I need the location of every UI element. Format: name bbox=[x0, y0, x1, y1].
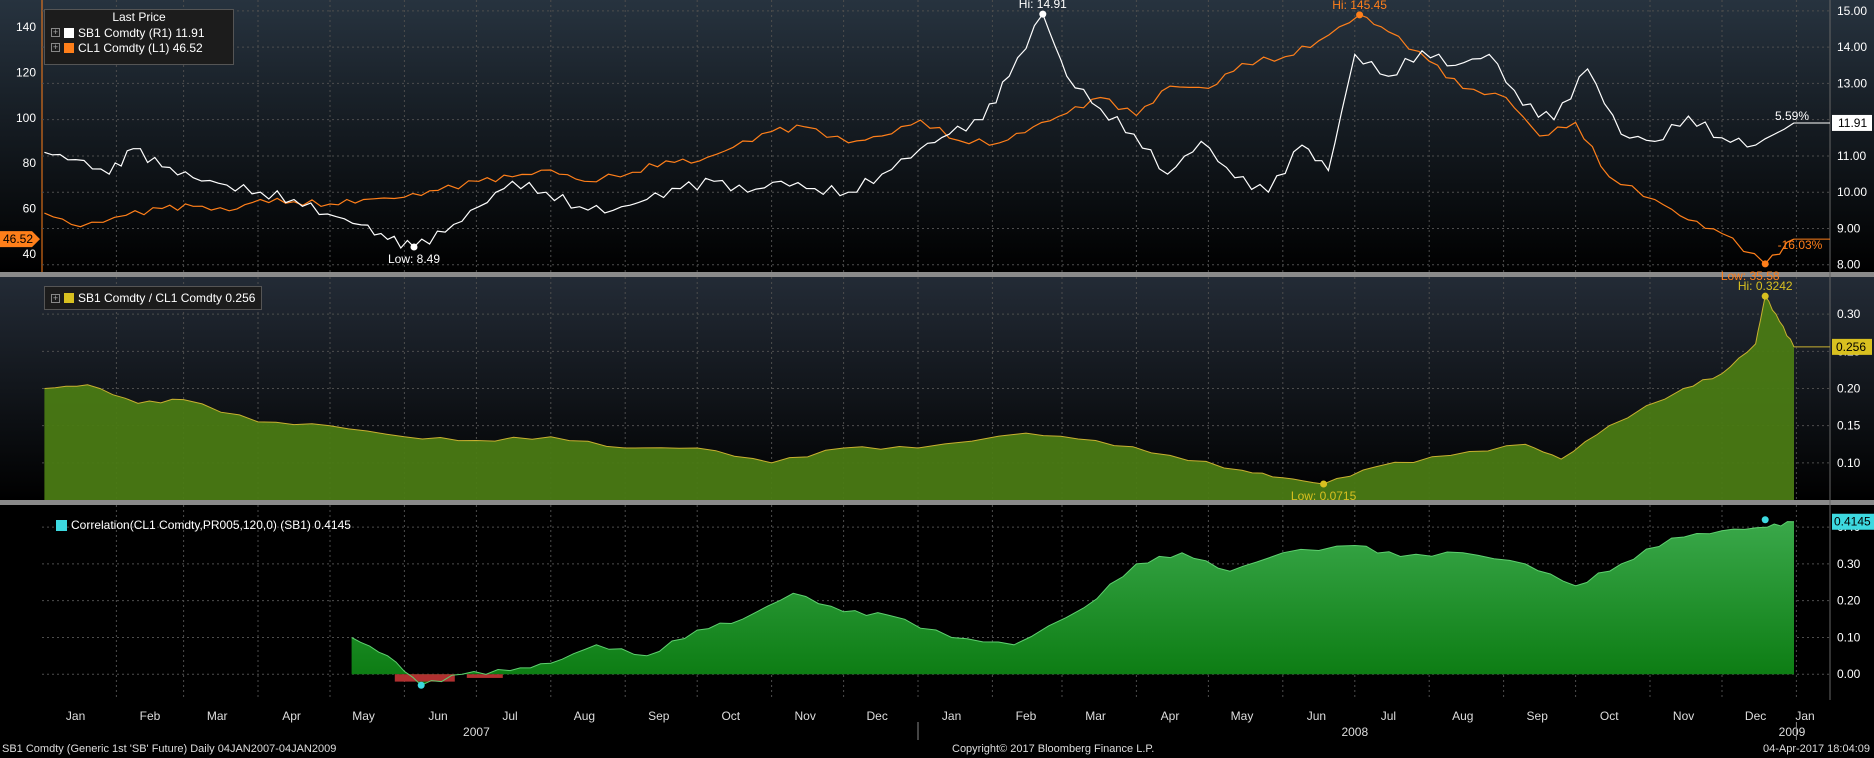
month-tick-label: May bbox=[352, 709, 375, 723]
crude-change-label: -16.03% bbox=[1778, 238, 1823, 252]
price-panel-bg bbox=[0, 0, 1874, 272]
footer-copyright: Copyright© 2017 Bloomberg Finance L.P. bbox=[952, 743, 1155, 755]
ratio-high-label: Hi: 0.3242 bbox=[1738, 279, 1793, 293]
ratio-swatch-icon bbox=[64, 293, 74, 303]
correlation-axis-tick-label: 0.30 bbox=[1837, 557, 1861, 571]
month-tick-label: Feb bbox=[140, 709, 161, 723]
month-tick-label: Apr bbox=[1161, 709, 1180, 723]
legend-ratio: + SB1 Comdty / CL1 Comdty 0.256 bbox=[44, 286, 263, 310]
month-tick-label: Dec bbox=[1745, 709, 1766, 723]
ratio-axis-tick-label: 0.15 bbox=[1837, 419, 1861, 433]
right-axis-tick-label: 9.00 bbox=[1837, 221, 1861, 235]
month-tick-label: Jul bbox=[502, 709, 517, 723]
year-label: 2009 bbox=[1779, 725, 1806, 739]
sugar-swatch-icon bbox=[64, 27, 74, 38]
month-tick-label: Mar bbox=[207, 709, 228, 723]
expand-icon[interactable]: + bbox=[51, 293, 60, 303]
month-tick-label: May bbox=[1231, 709, 1254, 723]
legend-sugar-label: SB1 Comdty (R1) 11.91 bbox=[78, 25, 205, 40]
ratio-low-marker bbox=[1320, 480, 1328, 488]
right-axis-tick-label: 15.00 bbox=[1837, 4, 1867, 18]
year-label: 2008 bbox=[1341, 725, 1368, 739]
panel-divider bbox=[0, 500, 1874, 505]
month-tick-label: Oct bbox=[721, 709, 740, 723]
sugar-low-marker bbox=[410, 243, 418, 251]
sugar-high-label: Hi: 14.91 bbox=[1019, 0, 1067, 11]
correlation-swatch-icon bbox=[56, 519, 67, 531]
correlation-negative-area bbox=[394, 674, 455, 682]
month-tick-label: Jul bbox=[1381, 709, 1396, 723]
month-tick-label: Jan bbox=[942, 709, 961, 723]
year-label: 2007 bbox=[463, 725, 490, 739]
month-tick-label: Nov bbox=[795, 709, 816, 723]
month-tick-label: Sep bbox=[1527, 709, 1549, 723]
legend-correlation-label: Correlation(CL1 Comdty,PR005,120,0) (SB1… bbox=[71, 518, 351, 532]
right-axis-tick-label: 10.00 bbox=[1837, 185, 1867, 199]
correlation-low-marker bbox=[417, 681, 425, 689]
correlation-axis-tick-label: 0.00 bbox=[1837, 667, 1861, 681]
right-axis-tick-label: 11.00 bbox=[1837, 149, 1866, 163]
left-axis-tick-label: 60 bbox=[23, 202, 37, 216]
left-axis-tick-label: 80 bbox=[23, 156, 37, 170]
legend-correlation[interactable]: Correlation(CL1 Comdty,PR005,120,0) (SB1… bbox=[56, 518, 351, 532]
month-tick-label: Aug bbox=[1452, 709, 1473, 723]
expand-icon[interactable]: + bbox=[51, 43, 60, 52]
legend-price-title: Last Price bbox=[112, 10, 166, 24]
crude-swatch-icon bbox=[64, 42, 74, 53]
crude-low-marker bbox=[1761, 260, 1769, 268]
legend-crude[interactable]: + CL1 Comdty (L1) 46.52 bbox=[45, 40, 233, 55]
ratio-axis-tick-label: 0.10 bbox=[1837, 456, 1861, 470]
correlation-negative-area bbox=[466, 674, 503, 678]
ratio-axis-tick-label: 0.30 bbox=[1837, 307, 1861, 321]
left-axis-tick-label: 40 bbox=[23, 247, 37, 261]
ratio-low-label: Low: 0.0715 bbox=[1291, 489, 1357, 503]
right-axis-tick-label: 14.00 bbox=[1837, 40, 1867, 54]
left-axis-tick-label: 120 bbox=[16, 66, 36, 80]
correlation-axis-tick-label: 0.10 bbox=[1837, 630, 1861, 644]
crude-high-label: Hi: 145.45 bbox=[1332, 0, 1387, 12]
panel-divider bbox=[0, 272, 1874, 277]
footer-security: SB1 Comdty (Generic 1st 'SB' Future) Dai… bbox=[2, 743, 337, 755]
correlation-high-marker bbox=[1761, 516, 1769, 524]
month-tick-label: Feb bbox=[1016, 709, 1037, 723]
right-axis-tick-label: 13.00 bbox=[1837, 76, 1867, 90]
month-tick-label: Jan bbox=[1795, 709, 1814, 723]
sugar-high-marker bbox=[1039, 10, 1047, 18]
month-tick-label: Aug bbox=[574, 709, 595, 723]
left-axis-tick-label: 140 bbox=[16, 20, 36, 34]
footer: SB1 Comdty (Generic 1st 'SB' Future) Dai… bbox=[0, 741, 1874, 758]
month-tick-label: Nov bbox=[1673, 709, 1694, 723]
ratio-axis-tick-label: 0.20 bbox=[1837, 382, 1861, 396]
legend-ratio-row[interactable]: + SB1 Comdty / CL1 Comdty 0.256 bbox=[45, 287, 261, 309]
legend-sugar[interactable]: + SB1 Comdty (R1) 11.91 bbox=[45, 25, 233, 40]
legend-crude-label: CL1 Comdty (L1) 46.52 bbox=[78, 40, 203, 55]
month-tick-label: Dec bbox=[867, 709, 888, 723]
month-tick-label: Jun bbox=[1307, 709, 1326, 723]
month-tick-label: Jun bbox=[428, 709, 447, 723]
correlation-axis-tick-label: 0.20 bbox=[1837, 594, 1861, 608]
month-tick-label: Mar bbox=[1085, 709, 1106, 723]
month-tick-label: Oct bbox=[1600, 709, 1619, 723]
ratio-high-marker bbox=[1761, 292, 1769, 300]
sugar-change-label: 5.59% bbox=[1775, 109, 1809, 123]
bloomberg-chart: Jan Feb Mar Apr May Jun Jul Aug Sep Oct Nov Dec Jan F… bbox=[0, 0, 1874, 740]
month-tick-label: Sep bbox=[648, 709, 670, 723]
legend-price: Last Price + SB1 Comdty (R1) 11.91 + CL1 C… bbox=[44, 9, 234, 65]
left-axis-tick-label: 100 bbox=[16, 111, 36, 125]
sugar-last-label: 11.91 bbox=[1838, 116, 1867, 130]
crude-high-marker bbox=[1356, 11, 1364, 19]
right-axis-tick-label: 8.00 bbox=[1837, 258, 1861, 272]
month-tick-label: Jan bbox=[66, 709, 85, 723]
sugar-low-label: Low: 8.49 bbox=[388, 252, 440, 266]
correlation-last-label: 0.4145 bbox=[1834, 515, 1871, 529]
expand-icon[interactable]: + bbox=[51, 28, 60, 37]
month-tick-label: Apr bbox=[282, 709, 301, 723]
legend-ratio-label: SB1 Comdty / CL1 Comdty 0.256 bbox=[78, 291, 256, 305]
footer-timestamp: 04-Apr-2017 18:04:09 bbox=[1762, 743, 1870, 755]
ratio-last-label: 0.256 bbox=[1836, 340, 1866, 354]
crude-last-label: 46.52 bbox=[3, 232, 33, 246]
